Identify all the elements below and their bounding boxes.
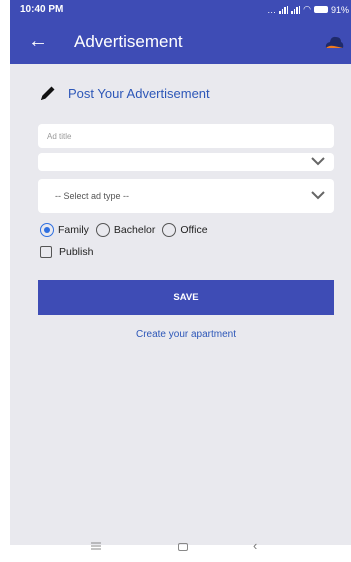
more-dots-icon: … [267,4,277,15]
status-icons: … ◠ 91% [267,4,349,15]
radio-label: Family [58,224,89,236]
chevron-down-icon[interactable] [311,191,325,200]
signal-icon [279,5,289,14]
create-apartment-link[interactable]: Create your apartment [38,329,334,340]
post-heading: Post Your Advertisement [68,85,210,101]
radio-button-checked[interactable] [40,223,54,237]
status-time: 10:40 PM [20,4,64,15]
ad-category-radio-group: Family Bachelor Office [40,223,215,237]
category-select[interactable] [38,153,334,171]
battery-icon [313,6,328,13]
status-bar: 10:40 PM … ◠ 91% [10,0,351,20]
app-screen: 10:40 PM … ◠ 91% ← Advertisement Post Yo… [10,0,351,545]
radio-label: Office [180,224,208,236]
system-nav-bar: ‹ [0,539,351,562]
app-title: Advertisement [74,32,183,51]
menu-icon[interactable] [91,542,101,550]
ad-type-select[interactable]: -- Select ad type -- [38,179,334,213]
radio-button[interactable] [95,223,110,237]
ad-title-field[interactable] [38,124,334,148]
cloud-icon[interactable] [323,31,345,53]
radio-label: Bachelor [113,224,156,236]
publish-checkbox[interactable] [40,246,52,258]
save-button[interactable]: SAVE [38,280,334,315]
publish-label: Publish [59,246,94,258]
radio-button[interactable] [162,223,177,237]
home-icon[interactable] [178,543,188,551]
ad-title-input[interactable] [38,124,334,148]
battery-level: 91% [330,4,349,15]
back-icon[interactable]: ‹ [253,539,257,553]
chevron-down-icon[interactable] [311,157,325,166]
radio-family[interactable]: Family [40,223,89,237]
wifi-icon: ◠ [303,4,311,14]
radio-bachelor[interactable]: Bachelor [95,223,156,237]
app-bar: ← Advertisement [10,20,351,64]
pencil-icon [41,86,55,100]
arrow-left-icon[interactable]: ← [28,29,48,53]
signal-icon-2 [291,5,301,14]
post-heading-row: Post Your Advertisement [38,83,210,103]
publish-checkbox-row[interactable]: Publish [40,246,93,258]
radio-office[interactable]: Office [162,223,208,237]
ad-type-select-value: -- Select ad type -- [55,191,130,201]
